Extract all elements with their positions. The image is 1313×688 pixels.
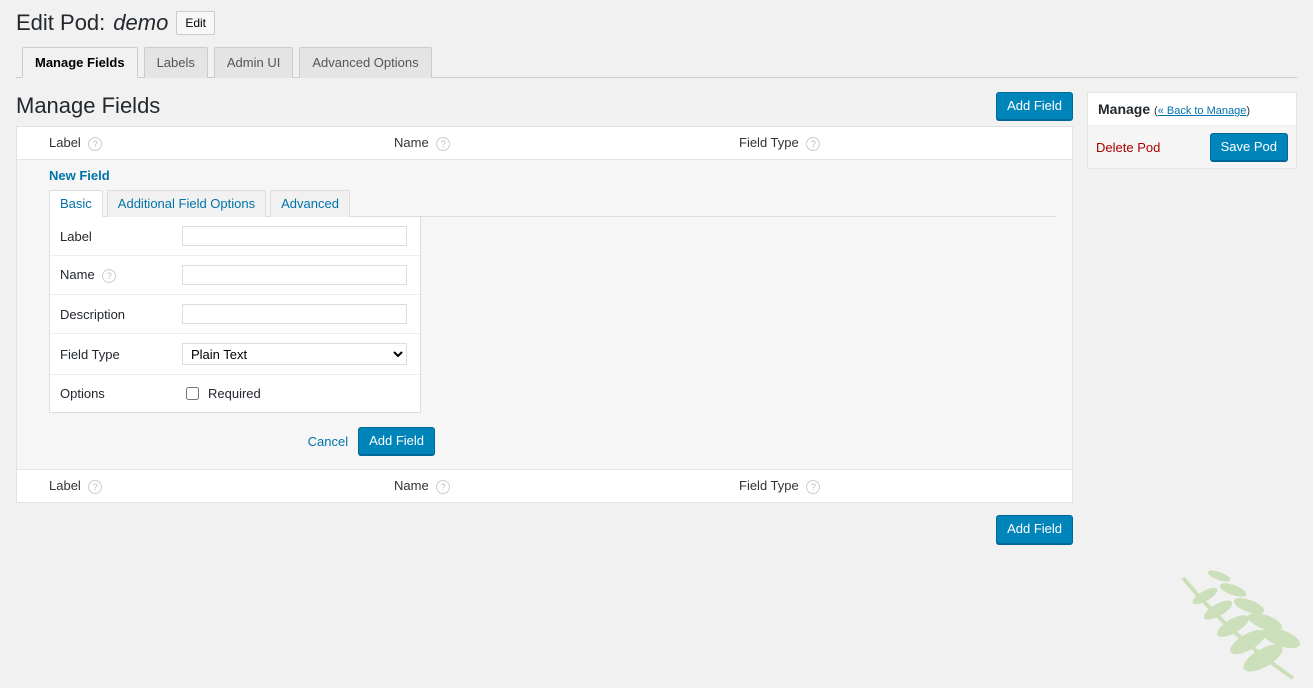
fieldtype-field-label: Field Type — [60, 347, 182, 362]
tab-manage-fields[interactable]: Manage Fields — [22, 47, 138, 78]
cancel-link[interactable]: Cancel — [308, 434, 348, 449]
manage-sidebar-box: Manage (« Back to Manage) Delete Pod Sav… — [1087, 92, 1297, 169]
new-field-row: New Field Basic Additional Field Options… — [17, 159, 1072, 470]
page-title: Edit Pod: demo Edit — [16, 10, 1297, 36]
help-icon[interactable]: ? — [806, 137, 820, 151]
col-type-footer: Field Type — [739, 478, 799, 493]
help-icon[interactable]: ? — [102, 269, 116, 283]
help-icon[interactable]: ? — [806, 480, 820, 494]
description-input[interactable] — [182, 304, 407, 324]
help-icon[interactable]: ? — [88, 137, 102, 151]
add-field-submit-button[interactable]: Add Field — [358, 427, 435, 455]
tab-advanced-options[interactable]: Advanced Options — [299, 47, 431, 78]
fields-table: Label ? Name ? Field Type ? New Field Ba… — [16, 126, 1073, 503]
description-field-label: Description — [60, 307, 182, 322]
section-heading: Manage Fields — [16, 93, 160, 119]
new-field-title[interactable]: New Field — [49, 168, 1056, 183]
name-input[interactable] — [182, 265, 407, 285]
fieldtype-select[interactable]: Plain Text — [182, 343, 407, 365]
name-field-label: Name — [60, 267, 95, 282]
new-field-form: Label Name ? Description — [49, 217, 421, 413]
new-field-subtabs: Basic Additional Field Options Advanced — [49, 189, 1056, 217]
required-label: Required — [208, 386, 261, 401]
help-icon[interactable]: ? — [436, 480, 450, 494]
required-checkbox[interactable] — [186, 387, 199, 400]
save-pod-button[interactable]: Save Pod — [1210, 133, 1288, 161]
col-label-header: Label — [49, 135, 81, 150]
decorative-leaf-icon — [1113, 538, 1313, 688]
add-field-button-top[interactable]: Add Field — [996, 92, 1073, 120]
back-to-manage-link[interactable]: « Back to Manage — [1158, 105, 1247, 117]
table-foot: Label ? Name ? Field Type ? — [17, 470, 1072, 502]
add-field-button-bottom[interactable]: Add Field — [996, 515, 1073, 543]
col-label-footer: Label — [49, 478, 81, 493]
col-name-footer: Name — [394, 478, 429, 493]
col-type-header: Field Type — [739, 135, 799, 150]
subtab-additional[interactable]: Additional Field Options — [107, 190, 266, 217]
table-head: Label ? Name ? Field Type ? — [17, 127, 1072, 159]
pod-name: demo — [113, 10, 168, 36]
tab-labels[interactable]: Labels — [144, 47, 208, 78]
subtab-advanced[interactable]: Advanced — [270, 190, 350, 217]
main-tabs: Manage Fields Labels Admin UI Advanced O… — [16, 46, 1297, 78]
help-icon[interactable]: ? — [88, 480, 102, 494]
edit-pod-name-button[interactable]: Edit — [176, 11, 215, 35]
help-icon[interactable]: ? — [436, 137, 450, 151]
delete-pod-link[interactable]: Delete Pod — [1096, 140, 1160, 155]
label-input[interactable] — [182, 226, 407, 246]
col-name-header: Name — [394, 135, 429, 150]
title-prefix: Edit Pod: — [16, 10, 105, 36]
label-field-label: Label — [60, 229, 182, 244]
tab-admin-ui[interactable]: Admin UI — [214, 47, 293, 78]
sidebar-manage-label: Manage — [1098, 101, 1150, 117]
subtab-basic[interactable]: Basic — [49, 190, 103, 217]
options-field-label: Options — [60, 386, 182, 401]
